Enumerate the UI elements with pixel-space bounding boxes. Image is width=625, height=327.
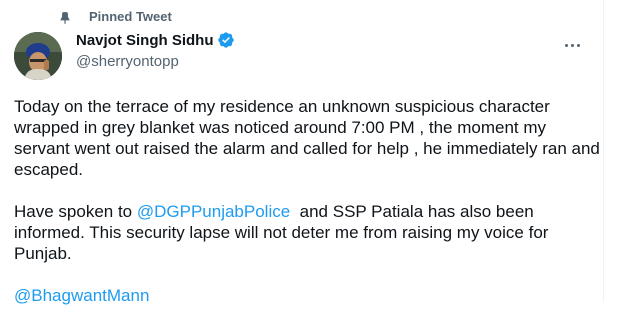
timeline-border <box>603 0 604 302</box>
avatar-image <box>14 32 62 80</box>
mention-dgp-punjab-police[interactable]: @DGPPunjabPolice <box>137 202 290 221</box>
tweet-paragraph-2: Have spoken to @DGPPunjabPolice and SSP … <box>14 201 604 264</box>
author-name[interactable]: Navjot Singh Sidhu <box>76 32 214 49</box>
paragraph-2-lead: Have spoken to <box>14 202 137 221</box>
avatar[interactable] <box>14 32 62 80</box>
pin-icon <box>60 12 70 25</box>
mention-bhagwant-mann[interactable]: @BhagwantMann <box>14 286 149 305</box>
verified-badge-icon <box>217 32 234 48</box>
tweet-paragraph-3: @BhagwantMann <box>14 285 604 306</box>
pinned-tweet-label: Pinned Tweet <box>89 9 172 24</box>
tweet-card[interactable]: Pinned Tweet Navjot Singh Sidhu @sherryo… <box>0 0 600 305</box>
author-name-row[interactable]: Navjot Singh Sidhu <box>76 31 235 49</box>
author-handle[interactable]: @sherryontopp <box>76 53 179 70</box>
tweet-paragraph-1: Today on the terrace of my residence an … <box>14 97 600 179</box>
more-options-icon[interactable] <box>560 36 584 54</box>
tweet-text: Today on the terrace of my residence an … <box>14 96 604 327</box>
